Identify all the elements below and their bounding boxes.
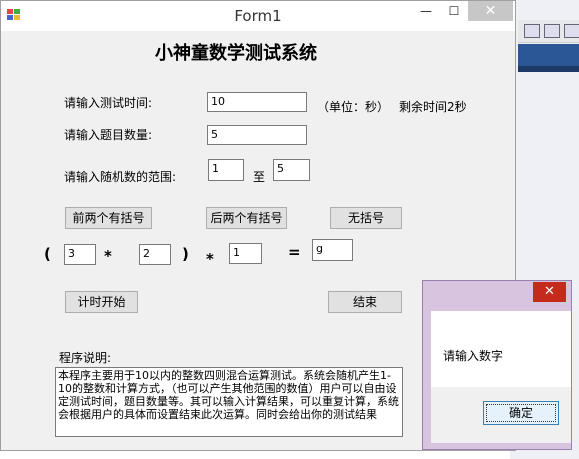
range-from-input[interactable]: 1 bbox=[208, 159, 244, 181]
operand2-input[interactable]: 2 bbox=[139, 244, 171, 265]
equals-sign: = bbox=[288, 243, 301, 261]
count-input[interactable]: 5 bbox=[207, 125, 307, 145]
ide-list-icon[interactable] bbox=[524, 24, 540, 38]
end-button[interactable]: 结束 bbox=[328, 291, 402, 313]
unit-label: （单位：秒） bbox=[317, 100, 390, 114]
maximize-button[interactable]: ☐ bbox=[440, 1, 468, 21]
open-paren: ( bbox=[44, 245, 51, 263]
remaining-time-label: 剩余时间2秒 bbox=[399, 100, 467, 114]
page-title: 小神童数学测试系统 bbox=[155, 43, 317, 64]
ide-tab-underline bbox=[518, 66, 579, 72]
operand1-input[interactable]: 3 bbox=[64, 244, 96, 265]
description-label: 程序说明: bbox=[59, 351, 112, 365]
ide-properties-icon[interactable] bbox=[544, 24, 560, 38]
description-textbox[interactable]: 本程序主要用于10以内的整数四则混合运算测试。系统会随机产生1-10的整数和计算… bbox=[55, 367, 403, 437]
close-paren: ) bbox=[182, 245, 189, 263]
range-label: 请输入随机数的范围: bbox=[64, 170, 177, 184]
range-to-label: 至 bbox=[253, 170, 266, 184]
answer-input[interactable]: g bbox=[312, 239, 353, 261]
ide-tab-strip bbox=[518, 44, 579, 66]
dialog-ok-button[interactable]: 确定 bbox=[483, 401, 559, 425]
title-bar: Form1 — ☐ ✕ bbox=[1, 1, 515, 31]
last-two-brackets-button[interactable]: 后两个有括号 bbox=[206, 207, 287, 229]
dialog-message: 请输入数字 bbox=[443, 349, 504, 363]
start-timer-button[interactable]: 计时开始 bbox=[65, 291, 138, 313]
operator2: * bbox=[206, 250, 214, 268]
dialog-footer: 确定 bbox=[431, 387, 571, 443]
time-input[interactable]: 10 bbox=[207, 92, 307, 112]
ide-toolbar bbox=[518, 20, 579, 43]
ide-settings-icon[interactable] bbox=[564, 24, 579, 38]
minimize-button[interactable]: — bbox=[412, 1, 440, 21]
first-two-brackets-button[interactable]: 前两个有括号 bbox=[65, 207, 152, 229]
count-label: 请输入题目数量: bbox=[64, 128, 153, 142]
close-button[interactable]: ✕ bbox=[468, 1, 513, 21]
operand3-input[interactable]: 1 bbox=[229, 243, 262, 264]
operator1: * bbox=[104, 247, 112, 265]
range-to-input[interactable]: 5 bbox=[273, 159, 310, 181]
message-dialog: ✕ 请输入数字 确定 bbox=[422, 280, 572, 450]
dialog-close-button[interactable]: ✕ bbox=[533, 282, 566, 302]
dialog-body: 请输入数字 bbox=[431, 311, 571, 387]
time-label: 请输入测试时间: bbox=[64, 96, 153, 110]
no-brackets-button[interactable]: 无括号 bbox=[330, 207, 402, 229]
